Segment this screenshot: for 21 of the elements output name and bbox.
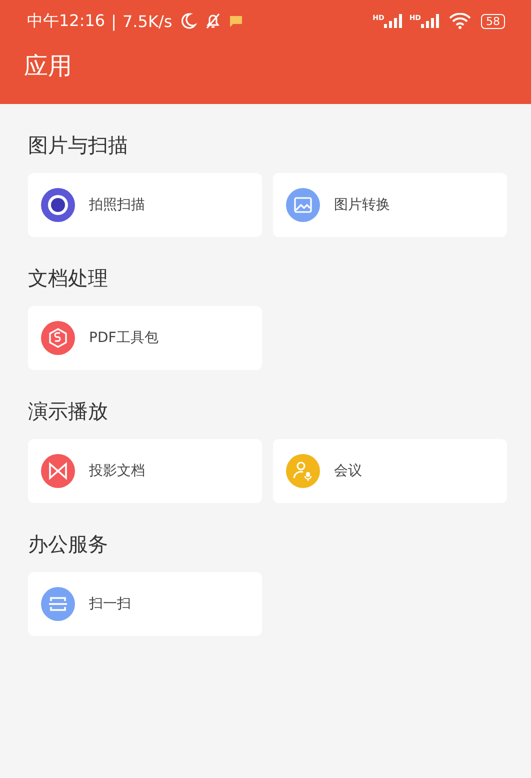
- app-card[interactable]: PDF工具包: [28, 306, 262, 370]
- message-icon: [229, 14, 244, 28]
- app-card[interactable]: 会议: [273, 439, 507, 503]
- moon-icon: [179, 12, 198, 30]
- signal-icon: [421, 14, 439, 28]
- status-time: 中午12:16: [27, 10, 106, 32]
- status-separator: |: [111, 12, 116, 30]
- battery-indicator: 58: [481, 14, 505, 28]
- wifi-icon: [449, 13, 471, 29]
- section-heading: 办公服务: [28, 531, 109, 558]
- section-heading: 文档处理: [28, 265, 109, 292]
- app-card[interactable]: 扫一扫: [28, 572, 262, 636]
- muted-bell-icon: [204, 12, 222, 30]
- network-speed: 7.5K/s: [122, 12, 172, 30]
- app-card[interactable]: 拍照扫描: [28, 173, 262, 237]
- signal-icon: [384, 14, 402, 28]
- page-title: 应用: [23, 51, 73, 82]
- section-heading: 图片与扫描: [28, 132, 129, 159]
- app-card[interactable]: 投影文档: [28, 439, 262, 503]
- app-card[interactable]: 图片转换: [273, 173, 507, 237]
- section-heading: 演示播放: [28, 398, 109, 425]
